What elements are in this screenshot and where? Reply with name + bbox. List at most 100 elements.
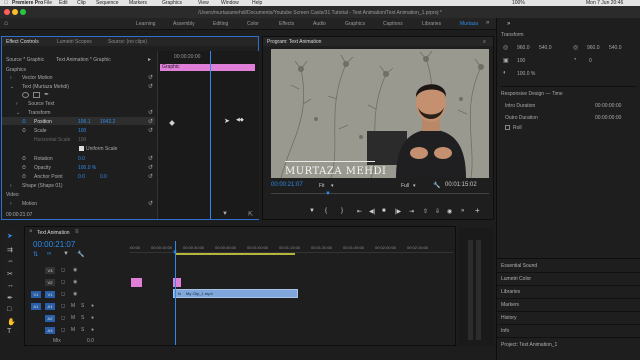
video-preview[interactable]: MURTAZA MEHDI	[271, 49, 489, 178]
text-layer-label[interactable]: Text (Murtaza Mehdi)	[22, 84, 69, 90]
track-label-a2[interactable]: A2	[45, 315, 55, 322]
stopwatch-icon[interactable]: ⏱	[22, 119, 26, 125]
reset-icon[interactable]: ↺	[148, 109, 153, 116]
workspace-learning[interactable]: Learning	[136, 21, 155, 27]
rotation-value[interactable]: 0.0	[78, 156, 85, 162]
reset-icon[interactable]: ↺	[148, 164, 153, 171]
camera-icon[interactable]: ◉	[447, 208, 452, 215]
project-item[interactable]: Project: Text Animation_1	[501, 342, 557, 348]
stop-button-icon[interactable]: ■	[382, 208, 386, 214]
mute-button[interactable]: M	[71, 327, 75, 333]
extract-icon[interactable]: ⇩	[435, 208, 440, 215]
source-patch-v1[interactable]: V1	[31, 291, 41, 298]
prop-pos-y[interactable]: 540.0	[539, 45, 552, 51]
source-target[interactable]: Text Animation * Graphic	[56, 57, 111, 63]
panel-menu-icon[interactable]: ≡	[75, 229, 79, 235]
mark-out-icon[interactable]: }	[341, 208, 343, 214]
graphic-clip[interactable]	[131, 278, 142, 287]
microphone-icon[interactable]: ●	[91, 327, 94, 333]
effect-playhead[interactable]	[210, 51, 211, 219]
add-button-icon[interactable]: +	[475, 206, 480, 215]
workspace-captions[interactable]: Captions	[383, 21, 403, 27]
roll-checkbox[interactable]	[505, 125, 510, 130]
timeline-timecode[interactable]: 00:00:21:07	[33, 240, 75, 249]
play-audio-icon[interactable]: ▸	[148, 56, 151, 63]
prop-pos-x[interactable]: 960.0	[517, 45, 530, 51]
settings-wrench-icon[interactable]: 🔧	[77, 251, 84, 258]
go-to-in-icon[interactable]: ⇤	[357, 208, 362, 215]
vector-motion-label[interactable]: Vector Motion	[22, 75, 53, 81]
lift-icon[interactable]: ⇧	[423, 208, 428, 215]
intro-duration-value[interactable]: 00:00:00:00	[595, 103, 621, 109]
mark-in-icon[interactable]: {	[325, 208, 327, 214]
libraries-item[interactable]: Libraries	[501, 289, 520, 295]
linked-selection-icon[interactable]: ∞	[47, 251, 51, 257]
workspace-color[interactable]: Color	[247, 21, 259, 27]
graphic-clip-bar[interactable]: Graphic	[160, 64, 255, 71]
reset-icon[interactable]: ↺	[148, 118, 153, 125]
mute-button[interactable]: M	[71, 315, 75, 321]
pen-tool-icon[interactable]: ✒	[7, 294, 13, 302]
home-icon[interactable]: ⌂	[4, 20, 8, 27]
hand-tool-icon[interactable]: ✋	[7, 318, 16, 326]
collapse-arrow-icon[interactable]: ⌄	[10, 84, 14, 90]
razor-tool-icon[interactable]: ✂	[7, 270, 13, 278]
sync-lock-icon[interactable]: ◻	[61, 327, 65, 333]
shape-layer-label[interactable]: Shape (Shape 01)	[22, 183, 63, 189]
pen-mask-icon[interactable]: ✒	[44, 91, 49, 98]
track-label-a1[interactable]: A1	[45, 303, 55, 310]
solo-button[interactable]: S	[81, 303, 84, 309]
minimize-window-button[interactable]	[12, 9, 18, 15]
workspace-assembly[interactable]: Assembly	[173, 21, 195, 27]
lower-third-text[interactable]: MURTAZA MEHDI	[285, 166, 386, 177]
collapse-arrow-icon[interactable]: ⌄	[16, 110, 20, 116]
sync-lock-icon[interactable]: ◻	[61, 279, 65, 285]
type-tool-icon[interactable]: T	[7, 328, 11, 335]
rectangle-tool-icon[interactable]: □	[7, 306, 11, 313]
microphone-icon[interactable]: ●	[91, 315, 94, 321]
track-select-icon[interactable]: ⇉	[7, 246, 13, 254]
track-label-v2[interactable]: V2	[45, 279, 55, 286]
motion-label[interactable]: Motion	[22, 201, 37, 207]
tab-effect-controls[interactable]: Effect Controls	[6, 39, 39, 45]
tab-text-animation[interactable]: Text Animation	[37, 230, 70, 236]
workspace-graphics[interactable]: Graphics	[345, 21, 365, 27]
essential-sound-item[interactable]: Essential Sound	[501, 263, 537, 269]
position-y-value[interactable]: 1042.2	[100, 119, 115, 125]
reset-icon[interactable]: ↺	[148, 200, 153, 207]
step-back-icon[interactable]: ◀|	[369, 208, 375, 215]
go-to-out-icon[interactable]: ⇥	[409, 208, 414, 215]
export-icon[interactable]: ⇱	[248, 211, 253, 218]
info-item[interactable]: Info	[501, 328, 509, 334]
reset-icon[interactable]: ↺	[148, 127, 153, 134]
mix-value[interactable]: 0.0	[87, 338, 94, 344]
mute-button[interactable]: M	[71, 303, 75, 309]
expand-arrow-icon[interactable]: ›	[16, 101, 18, 107]
video-clip[interactable]: fx My Clip_1.mp4	[173, 289, 298, 298]
position-x-value[interactable]: 106.1	[78, 119, 91, 125]
close-window-button[interactable]	[4, 9, 10, 15]
prop-anchor-x[interactable]: 960.0	[587, 45, 600, 51]
selection-tool-icon[interactable]: ➤	[7, 232, 13, 240]
effect-timecode[interactable]: 00:00:21:07	[6, 212, 32, 218]
anchor-x-value[interactable]: 0.0	[78, 174, 85, 180]
track-label-v3[interactable]: V3	[45, 267, 55, 274]
prop-scale[interactable]: 100	[517, 58, 525, 64]
reset-icon[interactable]: ↺	[148, 83, 153, 90]
reset-icon[interactable]: ↺	[148, 173, 153, 180]
sync-lock-icon[interactable]: ◻	[61, 303, 65, 309]
quality-dropdown[interactable]: Full	[401, 183, 409, 189]
chevron-down-icon[interactable]: ▾	[331, 183, 334, 189]
opacity-value[interactable]: 100.0 %	[78, 165, 96, 171]
ripple-edit-icon[interactable]: ⇔	[7, 258, 14, 265]
effect-timeline[interactable]: 00:00:20:00 Graphic ➤ ◀◆ ▼ ⇱	[157, 51, 259, 219]
close-tab-icon[interactable]: ×	[29, 229, 33, 235]
timeline-playhead[interactable]	[175, 241, 176, 345]
panel-overflow-icon[interactable]: »	[507, 21, 510, 27]
sync-lock-icon[interactable]: ◻	[61, 267, 65, 273]
lumetri-color-item[interactable]: Lumetri Color	[501, 276, 531, 282]
add-marker-icon[interactable]: ▼	[63, 251, 69, 257]
reset-icon[interactable]: ↺	[148, 155, 153, 162]
keyframe-diamond[interactable]	[169, 120, 175, 126]
scale-value[interactable]: 100	[78, 128, 86, 134]
